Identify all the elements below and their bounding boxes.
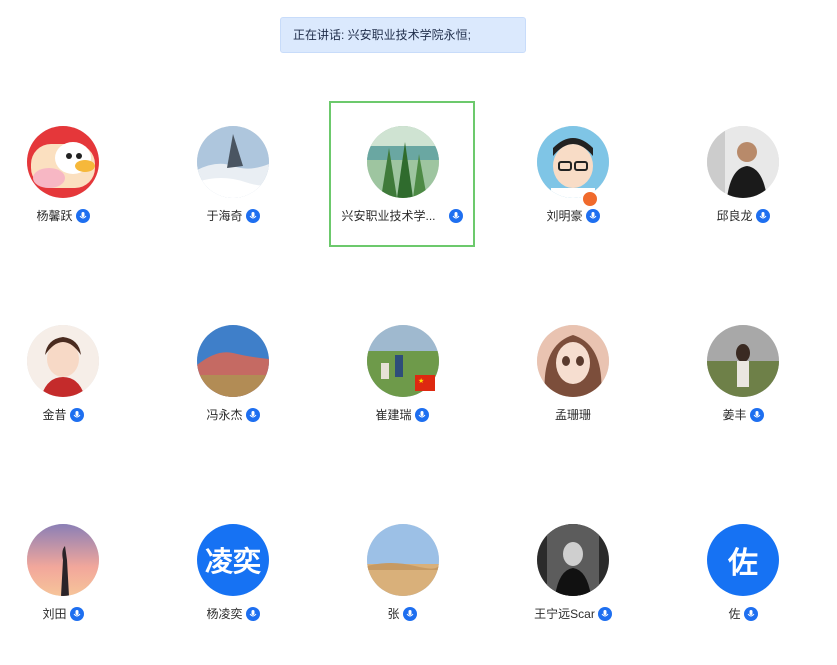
avatar (707, 126, 779, 198)
participant-name: 刘明豪 (546, 209, 583, 223)
mic-icon[interactable] (755, 208, 770, 223)
participant-tile[interactable]: 刘田 (0, 500, 136, 646)
participant-tile[interactable]: 佐 佐 (670, 500, 816, 646)
avatar (367, 524, 439, 596)
participant-name: 王宁远Scar (534, 607, 595, 621)
participant-tile-active[interactable]: 兴安职业技术学... (329, 101, 475, 247)
mic-icon[interactable] (585, 208, 600, 223)
avatar (707, 325, 779, 397)
avatar (27, 126, 99, 198)
participant-name: 张 (387, 607, 400, 621)
avatar (537, 126, 609, 198)
mic-icon[interactable] (69, 606, 84, 621)
participant-tile[interactable]: 冯永杰 (160, 301, 306, 447)
mic-icon[interactable] (245, 208, 260, 223)
participant-tile[interactable]: 邱良龙 (670, 102, 816, 248)
mic-icon[interactable] (743, 606, 758, 621)
mic-icon[interactable] (75, 208, 90, 223)
participant-name: 兴安职业技术学... (341, 209, 436, 223)
participant-tile[interactable]: 王宁远Scar (500, 500, 646, 646)
svg-text:★: ★ (418, 377, 424, 385)
participant-name: 孟珊珊 (554, 408, 591, 422)
participant-name: 刘田 (42, 607, 67, 621)
mic-icon[interactable] (245, 407, 260, 422)
participant-tile[interactable]: 杨馨跃 (0, 102, 136, 248)
participant-tile[interactable]: ★ 崔建瑞 (329, 301, 475, 447)
participant-tile[interactable]: 张 (329, 500, 475, 646)
flag-icon: ★ (415, 375, 435, 396)
participant-name: 金昔 (42, 408, 67, 422)
participant-tile[interactable]: 刘明豪 (500, 102, 646, 248)
avatar (27, 524, 99, 596)
participant-name: 杨馨跃 (36, 209, 73, 223)
avatar: 佐 (707, 524, 779, 596)
participant-tile[interactable]: 凌奕 杨凌奕 (160, 500, 306, 646)
mic-icon[interactable] (414, 407, 429, 422)
participant-name: 冯永杰 (206, 408, 243, 422)
participant-tile[interactable]: 于海奇 (160, 102, 306, 248)
avatar (197, 325, 269, 397)
speaking-indicator: 正在讲话: 兴安职业技术学院永恒; (280, 17, 526, 53)
avatar (367, 126, 439, 198)
participant-name: 于海奇 (206, 209, 243, 223)
avatar (537, 325, 609, 397)
mic-icon[interactable] (245, 606, 260, 621)
participant-name: 姜丰 (722, 408, 747, 422)
speaking-text: 正在讲话: 兴安职业技术学院永恒; (293, 28, 472, 42)
participant-name: 佐 (728, 607, 741, 621)
mic-icon[interactable] (402, 606, 417, 621)
participant-name: 邱良龙 (716, 209, 753, 223)
participant-tile[interactable]: 金昔 (0, 301, 136, 447)
avatar: 凌奕 (197, 524, 269, 596)
participant-name: 杨凌奕 (206, 607, 243, 621)
mic-icon[interactable] (749, 407, 764, 422)
mic-icon[interactable] (448, 208, 463, 223)
host-badge-icon (581, 190, 599, 208)
avatar (27, 325, 99, 397)
mic-icon[interactable] (69, 407, 84, 422)
avatar (537, 524, 609, 596)
mic-icon[interactable] (597, 606, 612, 621)
participant-tile[interactable]: 姜丰 (670, 301, 816, 447)
participant-name: 崔建瑞 (375, 408, 412, 422)
participant-tile[interactable]: 孟珊珊 (500, 301, 646, 447)
avatar (197, 126, 269, 198)
